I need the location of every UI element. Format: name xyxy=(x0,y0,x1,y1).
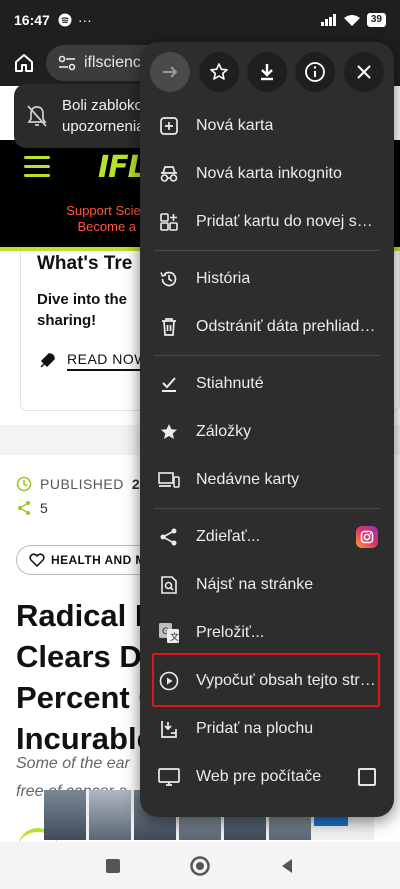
clock: 16:47 xyxy=(14,12,50,28)
spotify-icon xyxy=(58,13,72,27)
share-icon xyxy=(160,528,177,546)
menu-item-label: Preložiť... xyxy=(196,624,265,641)
svg-text:文: 文 xyxy=(170,631,179,643)
back-button-icon[interactable] xyxy=(278,857,296,875)
menu-item-translate[interactable]: G文 Preložiť... xyxy=(140,609,394,657)
menu-item-add-to-group[interactable]: Pridať kartu do novej sk... xyxy=(140,198,394,246)
home-button[interactable] xyxy=(10,49,38,77)
play-icon xyxy=(159,671,179,691)
menu-item-label: Pridať na plochu xyxy=(196,720,314,737)
menu-item-clear-data[interactable]: Odstrániť dáta prehliada... xyxy=(140,303,394,351)
page-info-button[interactable] xyxy=(295,52,336,92)
menu-separator xyxy=(154,508,380,509)
info-icon xyxy=(305,62,326,82)
card-desc-line-2: sharing! xyxy=(37,312,97,329)
menu-item-share[interactable]: Zdieľať... xyxy=(140,513,394,561)
heart-pulse-icon xyxy=(29,553,45,567)
menu-item-recent-tabs[interactable]: Nedávne karty xyxy=(140,456,394,504)
download-icon xyxy=(260,64,273,81)
forward-button[interactable] xyxy=(150,52,191,92)
menu-item-find-in-page[interactable]: Nájsť na stránke xyxy=(140,561,394,609)
forward-arrow-icon xyxy=(163,66,178,78)
desktop-site-checkbox[interactable] xyxy=(358,768,376,786)
status-bar: 16:47 ··· 39 xyxy=(0,0,400,40)
card-description: Dive into the sharing! xyxy=(37,289,147,331)
menu-item-label: Nová karta inkognito xyxy=(196,165,342,182)
star-outline-icon xyxy=(209,63,228,80)
signal-icon xyxy=(320,14,336,26)
battery-indicator: 39 xyxy=(366,13,386,27)
rocket-icon xyxy=(40,353,55,368)
menu-item-new-tab[interactable]: Nová karta xyxy=(140,102,394,150)
recents-button-icon[interactable] xyxy=(104,857,122,875)
clock-icon xyxy=(16,476,32,492)
share-count: 5 xyxy=(40,500,48,516)
menu-top-actions xyxy=(140,42,394,102)
desktop-icon xyxy=(158,768,180,786)
menu-item-label: Nedávne karty xyxy=(196,471,300,488)
home-nav-button-icon[interactable] xyxy=(189,855,211,877)
devices-icon xyxy=(158,472,180,488)
menu-item-label: Zdieľať... xyxy=(196,528,261,545)
wifi-icon xyxy=(343,14,360,26)
menu-item-label: Web pre počítače xyxy=(196,768,322,785)
article-meta: PUBLISHED 2 H 5 xyxy=(16,472,154,520)
read-now-label: READ NOW xyxy=(67,351,148,371)
menu-item-bookmarks[interactable]: Záložky xyxy=(140,408,394,456)
bookmark-button[interactable] xyxy=(198,52,239,92)
new-tab-icon xyxy=(160,117,178,135)
menu-separator xyxy=(154,355,380,356)
browser-overflow-menu: Nová karta Nová karta inkognito Pridať k… xyxy=(140,42,394,817)
site-settings-icon xyxy=(58,55,76,71)
menu-item-incognito[interactable]: Nová karta inkognito xyxy=(140,150,394,198)
stop-button[interactable] xyxy=(343,52,384,92)
menu-item-label: Nájsť na stránke xyxy=(196,576,314,593)
menu-item-label: Stiahnuté xyxy=(196,375,264,392)
category-tag-label: HEALTH AND M xyxy=(51,553,146,567)
menu-item-add-to-home[interactable]: Pridať na plochu xyxy=(140,705,394,753)
menu-item-label: Odstrániť dáta prehliada... xyxy=(196,318,376,335)
downloads-icon xyxy=(162,377,176,392)
trash-icon xyxy=(162,318,176,336)
more-notifications-icon: ··· xyxy=(77,12,92,28)
incognito-icon xyxy=(160,166,178,182)
menu-separator xyxy=(154,250,380,251)
system-navigation-bar xyxy=(0,842,400,889)
close-icon xyxy=(357,65,371,79)
star-icon xyxy=(161,424,177,439)
menu-item-label: Pridať kartu do novej sk... xyxy=(196,213,376,230)
find-icon xyxy=(161,576,177,594)
toast-line-1: Boli zabloko xyxy=(62,97,143,114)
site-logo[interactable]: IFL xyxy=(98,150,147,185)
history-icon xyxy=(160,271,177,287)
menu-item-label: História xyxy=(196,270,251,287)
home-icon xyxy=(15,54,33,72)
instagram-icon[interactable] xyxy=(356,526,378,548)
menu-item-listen-to-page[interactable]: Vypočuť obsah tejto strá... xyxy=(140,657,394,705)
menu-item-label: Nová karta xyxy=(196,117,274,134)
menu-item-desktop-site[interactable]: Web pre počítače xyxy=(140,753,394,801)
share-count-icon xyxy=(18,501,30,515)
add-home-icon xyxy=(161,721,177,738)
download-page-button[interactable] xyxy=(246,52,287,92)
ad-car-image xyxy=(44,790,86,840)
menu-item-downloads[interactable]: Stiahnuté xyxy=(140,360,394,408)
menu-item-history[interactable]: História xyxy=(140,255,394,303)
hamburger-menu-icon[interactable] xyxy=(24,156,50,183)
ad-car-image xyxy=(89,790,131,840)
menu-item-label: Záložky xyxy=(196,423,252,440)
tab-group-icon xyxy=(160,213,178,231)
published-label: PUBLISHED xyxy=(40,476,124,492)
toast-line-2: upozornenia xyxy=(62,118,145,135)
card-desc-line-1: Dive into the xyxy=(37,291,128,308)
menu-item-label: Vypočuť obsah tejto strá... xyxy=(196,672,376,689)
excerpt-line-1: Some of the ear xyxy=(16,755,130,772)
toast-text: Boli zabloko upozornenia xyxy=(62,95,145,137)
notifications-off-icon xyxy=(27,105,47,127)
translate-icon: G文 xyxy=(159,623,179,643)
